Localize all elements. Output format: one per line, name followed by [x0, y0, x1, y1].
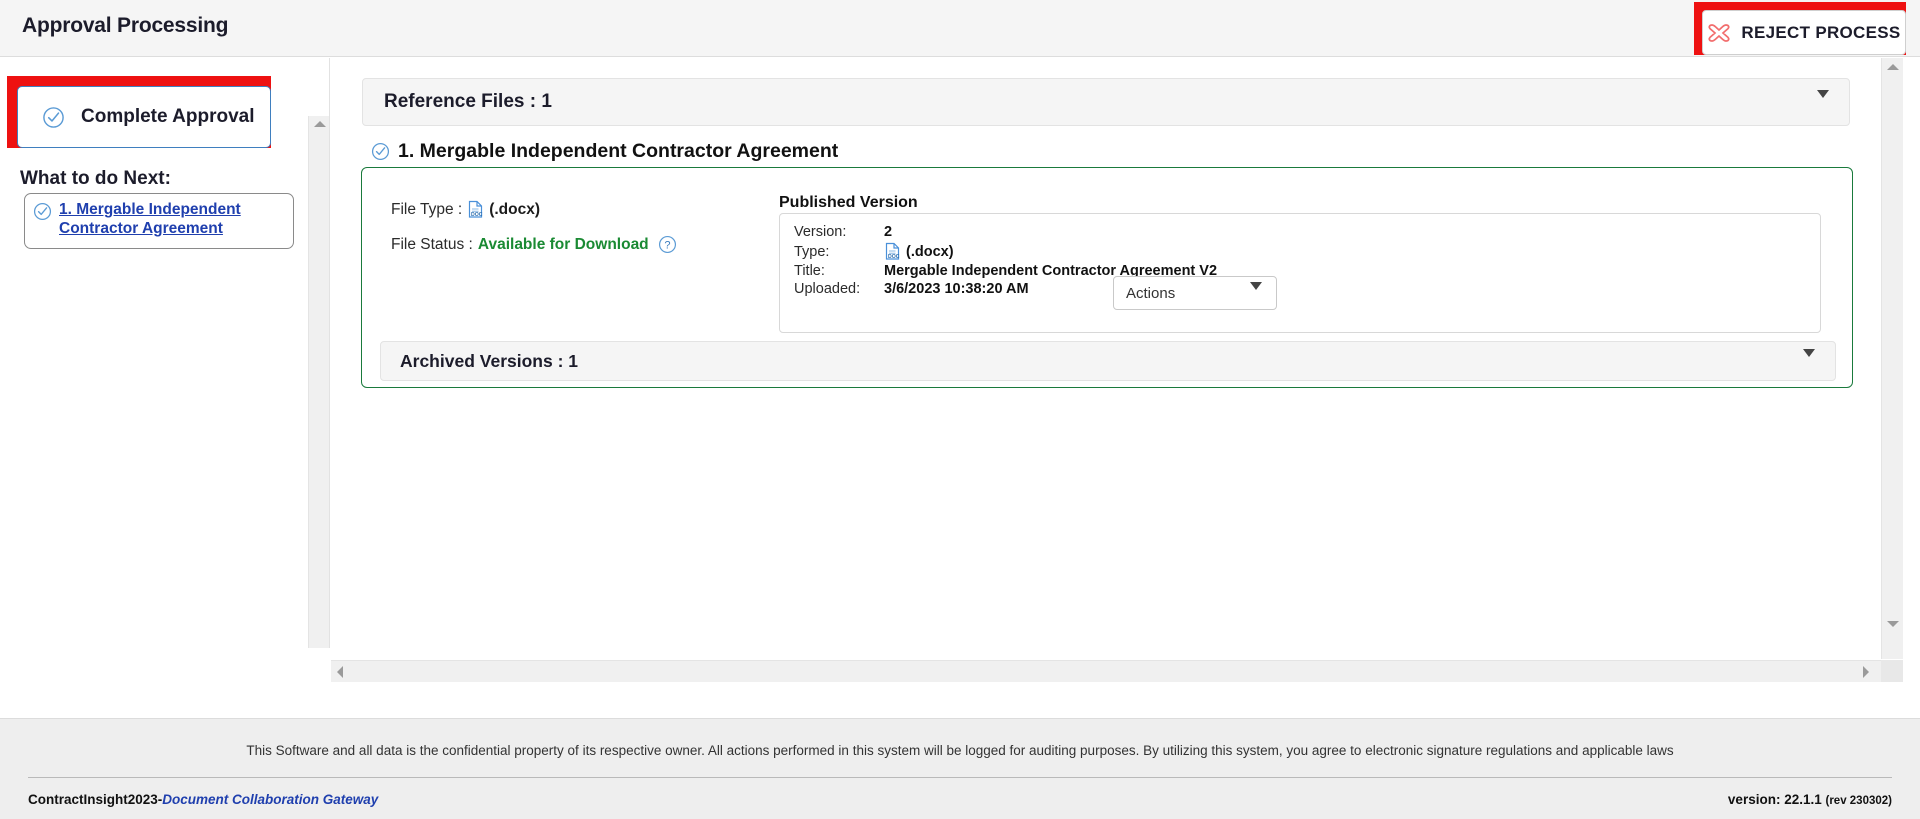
actions-dropdown[interactable]: Actions: [1113, 276, 1277, 310]
complete-approval-label: Complete Approval: [81, 106, 255, 127]
published-version-key-title: Title:: [794, 263, 825, 279]
footer-divider: [28, 777, 1892, 778]
question-circle-icon[interactable]: ?: [658, 235, 677, 254]
triangle-right-icon[interactable]: [1863, 666, 1869, 678]
what-to-do-next-box: 1. Mergable Independent Contractor Agree…: [24, 193, 294, 249]
triangle-down-icon[interactable]: [1887, 621, 1899, 627]
svg-text:DOC: DOC: [471, 212, 483, 218]
triangle-up-icon[interactable]: [314, 121, 326, 127]
app-footer: This Software and all data is the confid…: [0, 718, 1920, 819]
footer-version: version: 22.1.1 (rev 230302): [1728, 792, 1892, 807]
file-type-value: (.docx): [489, 200, 541, 218]
file-type-row: File Type : DOC (.docx): [391, 200, 540, 219]
check-circle-icon: [371, 142, 390, 161]
document-detail-card: File Type : DOC (.docx) File Status : Av…: [361, 167, 1853, 388]
page-title: Approval Processing: [22, 14, 229, 37]
published-version-key-version: Version:: [794, 224, 847, 240]
chevron-down-icon[interactable]: [1803, 349, 1815, 375]
complete-approval-button[interactable]: Complete Approval: [17, 86, 271, 148]
footer-version-label: version: 22.1.1: [1727, 792, 1822, 807]
published-version-title: Published Version: [779, 194, 918, 211]
document-heading: 1. Mergable Independent Contractor Agree…: [371, 140, 838, 163]
check-circle-icon: [42, 106, 65, 129]
main-vertical-scrollbar[interactable]: [1881, 58, 1903, 659]
chevron-down-icon[interactable]: [1250, 282, 1262, 308]
svg-text:DOC: DOC: [888, 254, 900, 260]
what-to-do-next-item-link[interactable]: 1. Mergable Independent Contractor Agree…: [59, 201, 285, 248]
check-circle-icon: [33, 202, 52, 248]
reject-process-button[interactable]: REJECT PROCESS: [1702, 10, 1906, 55]
footer-revision-label: (rev 230302): [1825, 795, 1893, 807]
archived-versions-accordion[interactable]: Archived Versions : 1: [380, 341, 1836, 381]
published-version-value-type: (.docx): [906, 243, 954, 260]
archived-versions-label: Archived Versions : 1: [400, 350, 578, 371]
chevron-down-icon[interactable]: [1817, 90, 1829, 116]
app-header: Approval Processing REJECT PROCESS: [0, 0, 1920, 57]
file-status-value: Available for Download: [477, 235, 649, 253]
scrollbar-corner: [1881, 660, 1903, 682]
doc-file-icon: DOC: [884, 242, 901, 261]
file-status-row: File Status : Available for Download ?: [391, 235, 677, 254]
published-version-value-type-wrap: DOC (.docx): [884, 242, 1217, 261]
left-panel-vertical-scrollbar[interactable]: [308, 116, 329, 648]
actions-dropdown-value: Actions: [1126, 284, 1176, 302]
doc-file-icon: DOC: [467, 200, 484, 219]
file-status-label: File Status :: [391, 235, 473, 253]
file-type-label: File Type :: [391, 200, 463, 218]
reject-process-label: REJECT PROCESS: [1741, 22, 1901, 42]
svg-text:?: ?: [664, 239, 670, 251]
what-to-do-next-title: What to do Next:: [20, 168, 171, 189]
left-panel: Complete Approval What to do Next: 1. Me…: [0, 58, 330, 648]
published-version-value-version: 2: [884, 224, 893, 240]
triangle-left-icon[interactable]: [337, 666, 343, 678]
complete-approval-highlight: Complete Approval: [7, 76, 271, 148]
document-heading-label: 1. Mergable Independent Contractor Agree…: [398, 140, 839, 162]
footer-disclaimer: This Software and all data is the confid…: [246, 743, 1674, 758]
footer-brand: ContractInsight2023-Document Collaborati…: [28, 792, 378, 807]
footer-brand-subtitle: Document Collaboration Gateway: [162, 792, 379, 807]
triangle-up-icon[interactable]: [1887, 64, 1899, 70]
reject-process-highlight: REJECT PROCESS: [1694, 2, 1906, 55]
published-version-key-uploaded: Uploaded:: [794, 281, 861, 297]
footer-brand-name: ContractInsight2023: [28, 792, 158, 807]
published-version-box: Version: 2 Type: DOC (.docx) Title: Merg…: [779, 213, 1821, 333]
reference-files-label: Reference Files : 1: [384, 91, 552, 112]
published-version-key-type: Type:: [794, 243, 830, 260]
main-content-panel: Reference Files : 1 1. Mergable Independ…: [331, 58, 1880, 659]
reference-files-accordion[interactable]: Reference Files : 1: [362, 78, 1850, 126]
main-horizontal-scrollbar[interactable]: [331, 660, 1903, 682]
reject-x-icon: [1707, 22, 1731, 44]
